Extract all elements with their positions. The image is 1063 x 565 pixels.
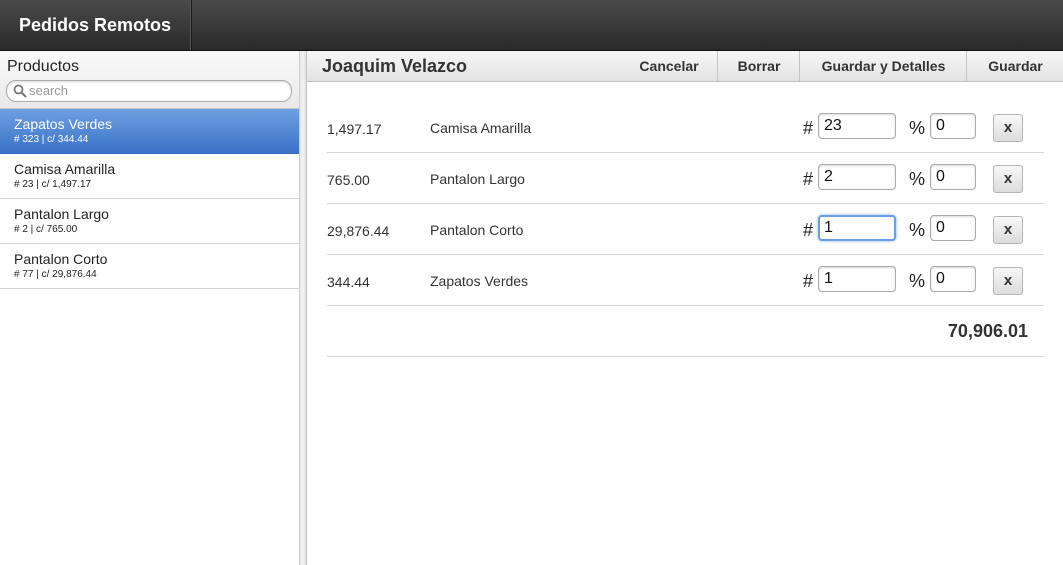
order-header: Joaquim Velazco Cancelar Borrar Guardar …: [307, 51, 1063, 82]
order-panel: Joaquim Velazco Cancelar Borrar Guardar …: [307, 51, 1063, 565]
product-name: Zapatos Verdes: [14, 116, 113, 132]
quantity-symbol: #: [803, 118, 814, 138]
quantity-input[interactable]: [818, 113, 896, 139]
sidebar-header: Productos: [0, 51, 299, 109]
discount-symbol: %: [909, 169, 926, 189]
remove-line-button[interactable]: x: [993, 165, 1023, 193]
delete-button[interactable]: Borrar: [717, 51, 800, 81]
sidebar: Productos Zapatos Verdes # 323 | c/ 344.…: [0, 51, 300, 565]
quantity-symbol: #: [803, 271, 814, 291]
discount-symbol: %: [909, 118, 926, 138]
discount-input[interactable]: [930, 164, 976, 190]
product-item-camisa-amarilla[interactable]: Camisa Amarilla # 23 | c/ 1,497.17: [0, 154, 299, 199]
customer-name: Joaquim Velazco: [322, 56, 468, 76]
cancel-button[interactable]: Cancelar: [621, 51, 717, 81]
product-name: Camisa Amarilla: [14, 161, 116, 177]
search-icon: [13, 84, 27, 98]
product-meta: # 23 | c/ 1,497.17: [14, 179, 92, 190]
line-price: 765.00: [327, 172, 370, 188]
order-total: 70,906.01: [947, 321, 1028, 341]
product-item-pantalon-largo[interactable]: Pantalon Largo # 2 | c/ 765.00: [0, 199, 299, 244]
order-line: 1,497.17 Camisa Amarilla # % x: [327, 102, 1044, 153]
line-product-name: Zapatos Verdes: [430, 273, 529, 289]
quantity-input[interactable]: [818, 266, 896, 292]
order-line: 765.00 Pantalon Largo # % x: [327, 153, 1044, 204]
top-bar: Pedidos Remotos: [0, 0, 1063, 51]
product-name: Pantalon Corto: [14, 251, 108, 267]
line-product-name: Pantalon Corto: [430, 222, 524, 238]
discount-symbol: %: [909, 220, 926, 240]
order-lines: 1,497.17 Camisa Amarilla # % x 765.00 Pa…: [327, 102, 1044, 357]
product-item-pantalon-corto[interactable]: Pantalon Corto # 77 | c/ 29,876.44: [0, 244, 299, 289]
line-price: 344.44: [327, 274, 370, 290]
order-line: 344.44 Zapatos Verdes # % x: [327, 255, 1044, 306]
discount-input[interactable]: [930, 215, 976, 241]
sidebar-title: Productos: [7, 58, 80, 75]
save-button[interactable]: Guardar: [966, 51, 1063, 81]
line-price: 29,876.44: [327, 223, 390, 239]
discount-symbol: %: [909, 271, 926, 291]
app-title[interactable]: Pedidos Remotos: [0, 0, 191, 50]
line-price: 1,497.17: [327, 121, 382, 137]
search-input[interactable]: [29, 82, 284, 99]
discount-input[interactable]: [930, 113, 976, 139]
save-and-details-button[interactable]: Guardar y Detalles: [799, 51, 967, 81]
quantity-input[interactable]: [818, 164, 896, 190]
remove-line-button[interactable]: x: [993, 114, 1023, 142]
quantity-symbol: #: [803, 220, 814, 240]
discount-input[interactable]: [930, 266, 976, 292]
line-product-name: Camisa Amarilla: [430, 120, 532, 136]
product-meta: # 2 | c/ 765.00: [14, 224, 78, 235]
total-row: 70,906.01: [327, 306, 1044, 357]
quantity-symbol: #: [803, 169, 814, 189]
product-meta: # 77 | c/ 29,876.44: [14, 269, 97, 280]
product-meta: # 323 | c/ 344.44: [14, 134, 89, 145]
product-name: Pantalon Largo: [14, 206, 109, 222]
order-line: 29,876.44 Pantalon Corto # % x: [327, 204, 1044, 255]
product-item-zapatos-verdes[interactable]: Zapatos Verdes # 323 | c/ 344.44: [0, 109, 299, 154]
pane-splitter[interactable]: [300, 51, 307, 565]
quantity-input[interactable]: [818, 215, 896, 241]
remove-line-button[interactable]: x: [993, 267, 1023, 295]
remove-line-button[interactable]: x: [993, 216, 1023, 244]
search-box[interactable]: [6, 80, 292, 102]
product-list: Zapatos Verdes # 323 | c/ 344.44 Camisa …: [0, 109, 299, 289]
line-product-name: Pantalon Largo: [430, 171, 525, 187]
